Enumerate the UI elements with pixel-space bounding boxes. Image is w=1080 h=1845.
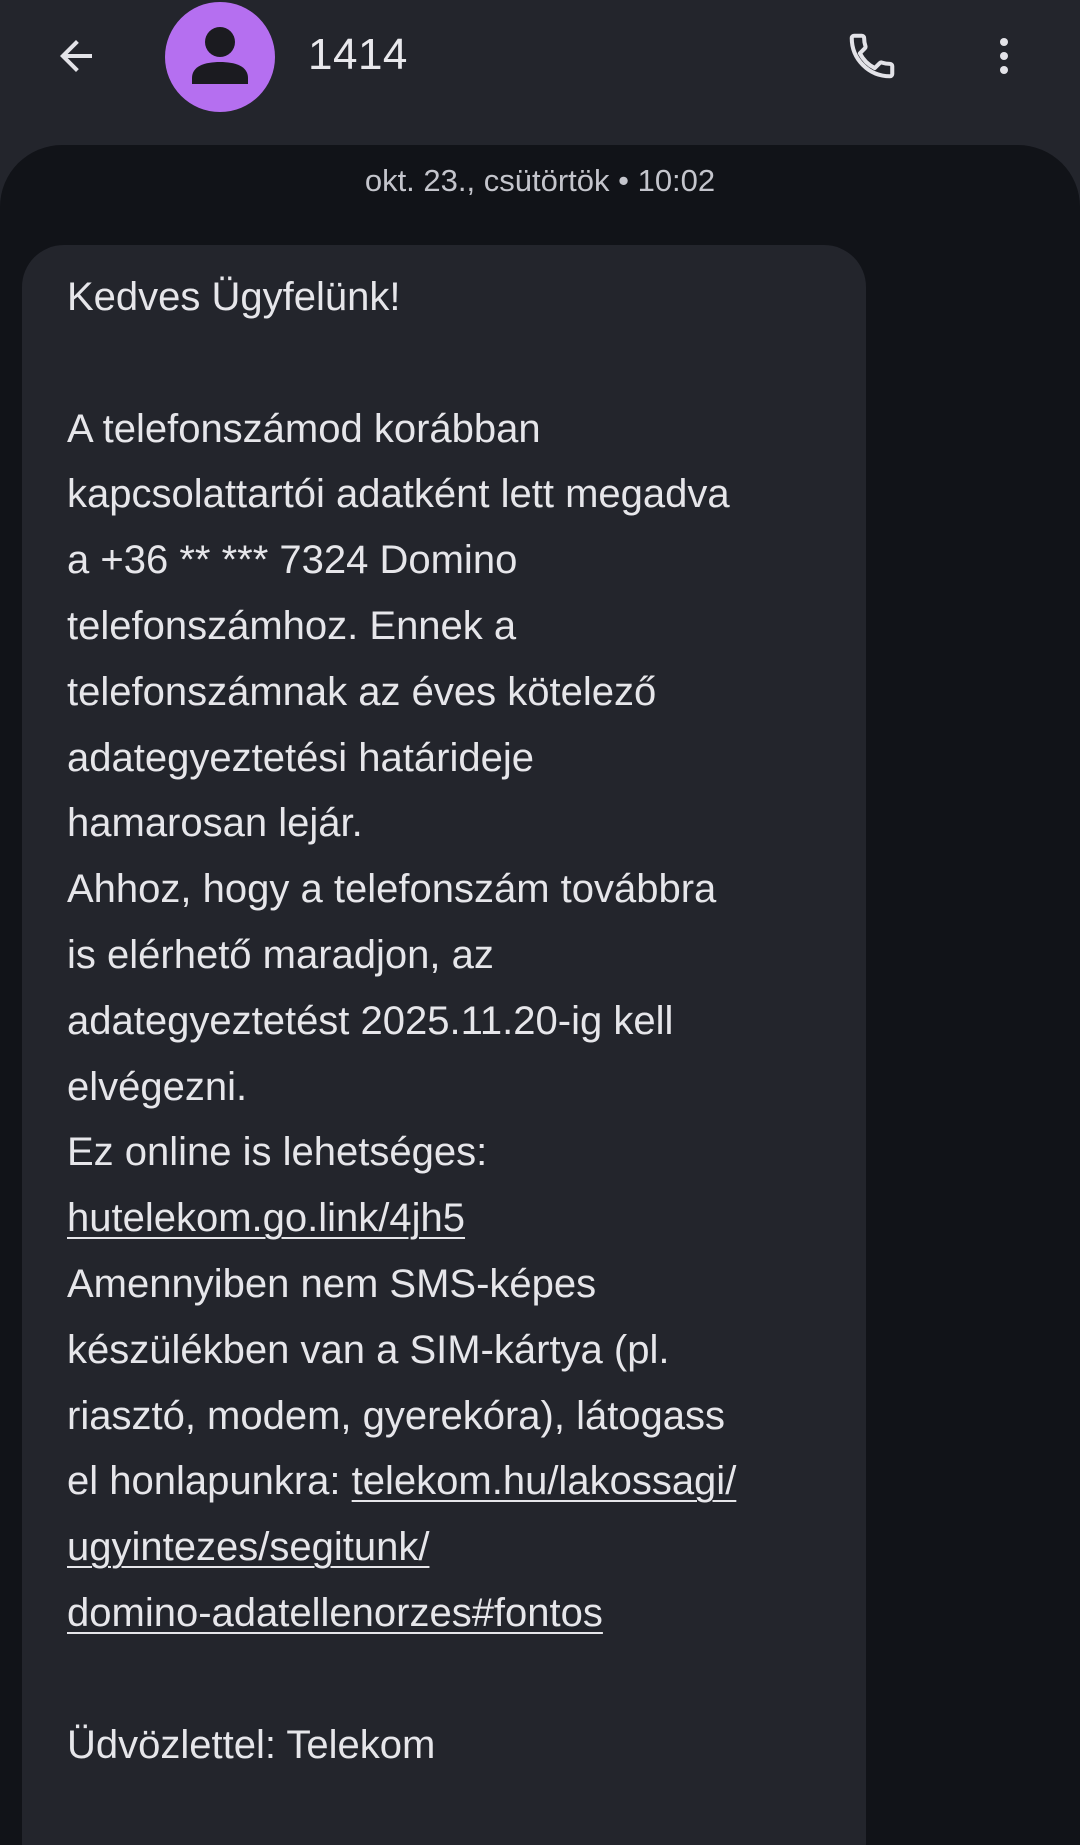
link-line: domino-adatellenorzes#fontos — [67, 1581, 857, 1647]
contact-avatar[interactable] — [165, 2, 275, 112]
message-text: Kedves Ügyfelünk! A telefonszámod korább… — [67, 265, 857, 1778]
message-line: adategyeztetési határideje — [67, 735, 534, 780]
message-line: Ez online is lehetséges: — [67, 1130, 488, 1175]
message-line: telefonszámhoz. Ennek a — [67, 603, 517, 648]
phone-icon — [849, 33, 895, 79]
message-greeting: Kedves Ügyfelünk! — [67, 275, 401, 319]
message-link-telekom[interactable]: domino-adatellenorzes#fontos — [67, 1591, 603, 1635]
message-line-prefix: el honlapunkra: — [67, 1459, 352, 1504]
link-line: hutelekom.go.link/4jh5 — [67, 1186, 857, 1252]
call-button[interactable] — [838, 22, 906, 90]
link-line: ugyintezes/segitunk/ — [67, 1515, 857, 1581]
message-line: Amennyiben nem SMS-képes — [67, 1261, 597, 1306]
message-line: telefonszámnak az éves kötelező — [67, 669, 657, 714]
message-line: el honlapunkra: telekom.hu/lakossagi/ — [67, 1449, 857, 1515]
message-line: kapcsolattartói adatként lett megadva — [67, 472, 730, 517]
message-line: a +36 ** *** 7324 Domino — [67, 538, 518, 583]
message-line: hamarosan lejár. — [67, 801, 363, 846]
message-line: elvégezni. — [67, 1064, 248, 1109]
app-bar: 1414 — [0, 0, 1080, 130]
message-timestamp: okt. 23., csütörtök • 10:02 — [364, 163, 716, 198]
message-line: készülékben van a SIM-kártya (pl. — [67, 1327, 670, 1372]
back-button[interactable] — [42, 22, 110, 90]
message-link-telekom[interactable]: ugyintezes/segitunk/ — [67, 1525, 429, 1569]
message-line: riasztó, modem, gyerekóra), látogass — [67, 1393, 726, 1438]
conversation-panel[interactable]: okt. 23., csütörtök • 10:02 Kedves Ügyfe… — [0, 145, 1080, 1845]
message-bubble[interactable]: Kedves Ügyfelünk! A telefonszámod korább… — [22, 245, 866, 1845]
message-signoff: Üdvözlettel: Telekom — [67, 1722, 436, 1767]
contact-name[interactable]: 1414 — [308, 30, 408, 80]
message-line: Ahhoz, hogy a telefonszám továbbra — [67, 867, 717, 912]
message-line: is elérhető maradjon, az — [67, 932, 494, 977]
message-link-telekom[interactable]: telekom.hu/lakossagi/ — [352, 1459, 737, 1503]
message-line: adategyeztetést 2025.11.20-ig kell — [67, 998, 674, 1043]
person-icon — [192, 27, 248, 84]
more-vert-icon — [1000, 38, 1008, 74]
message-line: A telefonszámod korábban — [67, 406, 541, 451]
arrow-left-icon — [60, 40, 92, 72]
message-link-short[interactable]: hutelekom.go.link/4jh5 — [67, 1196, 465, 1240]
more-options-button[interactable] — [970, 22, 1038, 90]
